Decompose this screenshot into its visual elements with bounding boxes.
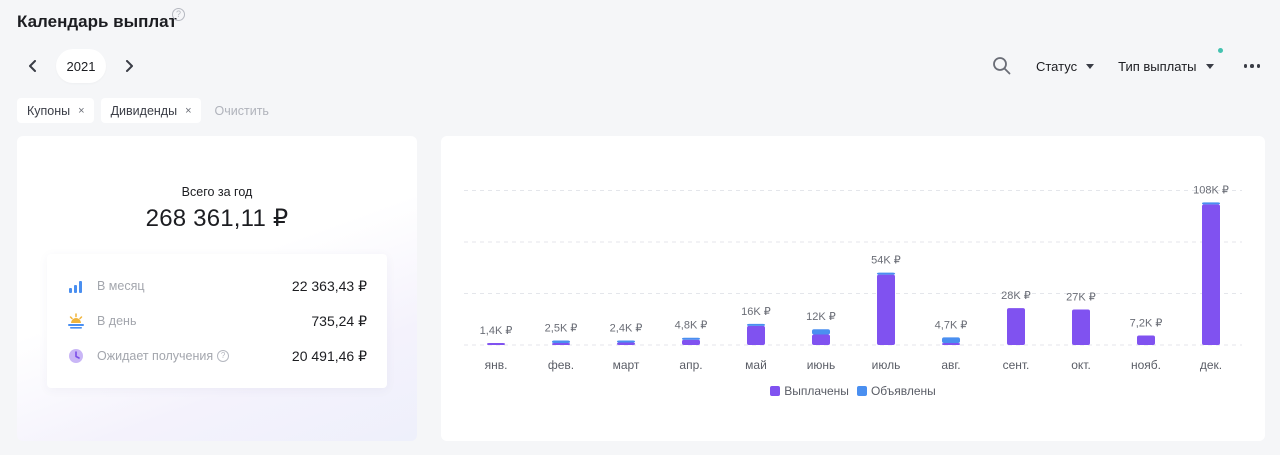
- clock-icon: [67, 347, 85, 365]
- sunrise-icon: [67, 312, 85, 330]
- stat-value: 22 363,43 ₽: [291, 277, 367, 294]
- stat-row-pending: Ожидает получения ? 20 491,46 ₽: [67, 346, 367, 366]
- caret-down-icon: [1205, 63, 1214, 69]
- page-title: Календарь выплат: [17, 12, 177, 31]
- data-label: 54K ₽: [871, 255, 901, 267]
- legend-label: Выплачены: [784, 384, 849, 398]
- active-filter-dot-icon: [1217, 47, 1223, 53]
- bar-paid[interactable]: [1202, 204, 1220, 345]
- payout-type-dropdown[interactable]: Тип выплаты: [1118, 47, 1223, 74]
- stat-label: В день: [97, 314, 137, 328]
- bar-announced[interactable]: [617, 340, 635, 343]
- data-label: 108K ₽: [1193, 184, 1229, 196]
- legend-swatch: [856, 386, 867, 396]
- stats-box: В месяц 22 363,43 ₽ В день 735,24 ₽ Ожид…: [47, 254, 387, 388]
- total-value: 268 361,11 ₽: [145, 205, 289, 232]
- data-label: 4,7K ₽: [935, 319, 968, 331]
- clear-filters-button[interactable]: Очистить: [215, 104, 269, 118]
- legend-item-announced[interactable]: Объявлены: [856, 384, 936, 398]
- bar-announced[interactable]: [942, 337, 960, 343]
- chip-label: Купоны: [27, 103, 71, 118]
- legend-swatch: [770, 386, 781, 396]
- x-tick-label: сент.: [1003, 358, 1030, 372]
- data-label: 16K ₽: [741, 306, 771, 318]
- stat-label-text: Ожидает получения: [97, 349, 214, 363]
- data-label: 28K ₽: [1001, 290, 1031, 302]
- bar-paid[interactable]: [682, 339, 700, 345]
- bar-paid[interactable]: [552, 343, 570, 345]
- bar-paid[interactable]: [877, 274, 895, 345]
- legend-label: Объявлены: [870, 384, 936, 398]
- stat-label: Ожидает получения ?: [97, 349, 230, 363]
- x-tick-label: март: [613, 358, 640, 372]
- x-tick-label: дек.: [1200, 358, 1222, 372]
- payout-type-dropdown-label: Тип выплаты: [1118, 58, 1197, 74]
- toolbar: Статус Тип выплаты: [992, 47, 1260, 78]
- x-tick-label: нояб.: [1131, 358, 1161, 372]
- status-dropdown[interactable]: Статус: [1035, 58, 1095, 74]
- x-tick-label: июнь: [807, 358, 836, 372]
- prev-year-chevron-icon[interactable]: [22, 55, 44, 77]
- bar-announced[interactable]: [552, 340, 570, 343]
- chart-legend: Выплачены Объявлены: [441, 384, 1265, 398]
- year-navigation: 2021: [22, 49, 140, 83]
- bar-paid[interactable]: [747, 325, 765, 345]
- chip-label: Дивиденды: [110, 103, 178, 118]
- data-label: 12K ₽: [806, 311, 836, 323]
- bar-chart-icon: [67, 277, 85, 295]
- bar-paid[interactable]: [617, 342, 635, 345]
- more-options-icon[interactable]: [1243, 64, 1260, 68]
- data-label: 4,8K ₽: [675, 320, 708, 332]
- bar-paid[interactable]: [1007, 308, 1025, 345]
- bar-paid[interactable]: [1072, 309, 1090, 346]
- stat-value: 735,24 ₽: [311, 312, 367, 329]
- bar-paid[interactable]: [487, 343, 505, 345]
- filter-chip-coupons: Купоны ×: [17, 98, 94, 123]
- legend-item-paid[interactable]: Выплачены: [770, 384, 849, 398]
- bar-paid[interactable]: [812, 334, 830, 345]
- payout-chart-card: 1,4K ₽ янв. 2,5K ₽ фев. 2,4K ₽ март 4,8K ₽ апр.…: [441, 136, 1265, 441]
- help-icon[interactable]: ?: [172, 8, 185, 21]
- x-tick-label: май: [745, 358, 767, 372]
- status-dropdown-label: Статус: [1035, 58, 1078, 74]
- x-tick-label: июль: [872, 358, 901, 372]
- caret-down-icon: [1086, 63, 1095, 69]
- data-label: 1,4K ₽: [480, 325, 513, 337]
- stat-label: В месяц: [97, 279, 145, 293]
- x-tick-label: янв.: [485, 358, 508, 372]
- close-icon[interactable]: ×: [185, 105, 191, 117]
- stat-row-month: В месяц 22 363,43 ₽: [67, 276, 367, 296]
- yearly-summary-card: Всего за год 268 361,11 ₽ В месяц 22 363…: [17, 136, 417, 441]
- bar-paid[interactable]: [1137, 335, 1155, 345]
- stat-row-day: В день 735,24 ₽: [67, 311, 367, 331]
- bar-announced[interactable]: [682, 337, 700, 340]
- filter-chip-dividends: Дивиденды ×: [100, 98, 201, 123]
- stat-value: 20 491,46 ₽: [291, 347, 367, 364]
- payout-bar-chart: 1,4K ₽ янв. 2,5K ₽ фев. 2,4K ₽ март 4,8K ₽ апр.…: [464, 184, 1242, 372]
- bar-announced[interactable]: [747, 323, 765, 326]
- total-label: Всего за год: [181, 185, 253, 199]
- data-label: 27K ₽: [1066, 292, 1096, 304]
- data-label: 2,4K ₽: [610, 323, 643, 335]
- help-icon[interactable]: ?: [217, 350, 230, 362]
- x-tick-label: фев.: [548, 358, 574, 372]
- data-label: 2,5K ₽: [545, 323, 578, 335]
- bar-paid[interactable]: [942, 343, 960, 345]
- bar-announced[interactable]: [812, 329, 830, 335]
- next-year-chevron-icon[interactable]: [118, 55, 140, 77]
- x-tick-label: авг.: [941, 358, 960, 372]
- data-label: 7,2K ₽: [1130, 318, 1163, 330]
- search-icon[interactable]: [992, 56, 1012, 76]
- x-tick-label: окт.: [1071, 358, 1091, 372]
- x-tick-label: апр.: [679, 358, 702, 372]
- close-icon[interactable]: ×: [78, 105, 84, 117]
- filter-chips: Купоны × Дивиденды × Очистить: [17, 98, 269, 123]
- bar-announced[interactable]: [877, 272, 895, 275]
- year-selector[interactable]: 2021: [56, 49, 106, 83]
- bar-announced[interactable]: [1202, 202, 1220, 205]
